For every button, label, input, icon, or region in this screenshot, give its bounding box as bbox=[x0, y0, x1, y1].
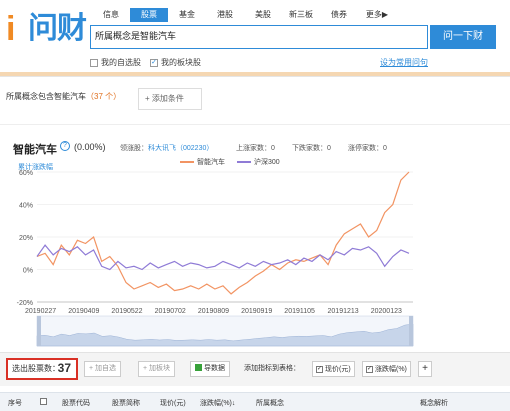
series-line[interactable] bbox=[36, 171, 410, 295]
help-icon[interactable]: ? bbox=[60, 141, 70, 151]
col-index: 序号 bbox=[8, 400, 22, 407]
y-tick-label: 20% bbox=[19, 235, 33, 242]
checkbox-icon bbox=[40, 398, 47, 405]
x-tick-label: 20200123 bbox=[371, 308, 402, 315]
col-code[interactable]: 股票代码 bbox=[62, 398, 90, 408]
download-icon bbox=[195, 364, 202, 371]
tab-bonds[interactable]: 债券 bbox=[320, 8, 358, 22]
add-condition-label: 添加条件 bbox=[151, 94, 184, 103]
add-watchlist-button[interactable]: + 加自选 bbox=[84, 361, 122, 377]
col-concept: 所属概念 bbox=[256, 400, 284, 407]
tab-stocks[interactable]: 股票 bbox=[130, 8, 168, 22]
price-checkbox-label: 现价(元) bbox=[325, 366, 351, 373]
query-tab-label: 所属概念包含智能汽车 bbox=[6, 92, 86, 101]
export-button[interactable]: 导数据 bbox=[190, 361, 230, 377]
col-price[interactable]: 现价(元) bbox=[160, 398, 186, 408]
tab-hk-stocks[interactable]: 港股 bbox=[206, 8, 244, 22]
x-tick-label: 20191105 bbox=[284, 308, 315, 315]
tab-neeq[interactable]: 新三板 bbox=[282, 8, 320, 22]
x-tick-label: 20191213 bbox=[328, 308, 359, 315]
leader-value[interactable]: 科大讯飞（002230） bbox=[148, 145, 213, 152]
checkbox-icon bbox=[90, 58, 98, 67]
leader-stat: 领涨股：科大讯飞（002230） bbox=[120, 143, 213, 153]
selected-count-box: 选出股票数： 37 bbox=[6, 358, 78, 380]
divider bbox=[0, 124, 510, 125]
x-tick-label: 20190227 bbox=[25, 308, 56, 315]
add-condition-button[interactable]: + 添加条件 bbox=[138, 88, 202, 110]
checkbox-checked-icon: ✓ bbox=[150, 58, 158, 67]
logo-mark-icon: i bbox=[6, 10, 16, 48]
up-value: 0 bbox=[271, 145, 275, 152]
y-tick-label: 0% bbox=[23, 268, 33, 275]
col-name[interactable]: 股票简称 bbox=[112, 398, 140, 408]
x-tick-label: 20190522 bbox=[111, 308, 142, 315]
change-checkbox[interactable]: ✓ 涨跌幅(%) bbox=[362, 361, 411, 377]
down-value: 0 bbox=[327, 145, 331, 152]
logo-text: 问财 bbox=[28, 12, 87, 45]
leader-label: 领涨股： bbox=[120, 145, 148, 152]
navigator-right-handle[interactable] bbox=[409, 316, 413, 346]
my-sectors-label: 我的板块股 bbox=[161, 58, 201, 67]
tab-us-stocks[interactable]: 美股 bbox=[244, 8, 282, 22]
limit-up-label: 涨停家数： bbox=[348, 145, 383, 152]
x-tick-label: 20190809 bbox=[198, 308, 229, 315]
plus-icon: + bbox=[145, 94, 152, 103]
selected-count-value: 37 bbox=[57, 361, 71, 375]
series-line[interactable] bbox=[36, 244, 410, 271]
query-tab[interactable]: 所属概念包含智能汽车（37 个） bbox=[6, 91, 121, 102]
chart-pct: (0.00%) bbox=[74, 142, 106, 152]
category-tabs: 信息 股票 基金 港股 美股 新三板 债券 更多▶ bbox=[92, 8, 396, 22]
select-all-checkbox[interactable] bbox=[40, 398, 47, 406]
price-checkbox[interactable]: ✓ 现价(元) bbox=[312, 361, 355, 377]
tab-more[interactable]: 更多▶ bbox=[358, 8, 396, 22]
y-tick-label: -20% bbox=[17, 300, 33, 307]
set-common-link[interactable]: 设为常用问句 bbox=[380, 57, 428, 68]
export-label: 导数据 bbox=[204, 365, 225, 372]
legend-swatch bbox=[180, 161, 194, 163]
tab-funds[interactable]: 基金 bbox=[168, 8, 206, 22]
legend-swatch bbox=[237, 161, 251, 163]
down-stat: 下跌家数：0 bbox=[292, 143, 331, 153]
y-tick-label: 60% bbox=[19, 170, 33, 177]
search-button[interactable]: 问一下财 bbox=[430, 25, 496, 49]
change-checkbox-label: 涨跌幅(%) bbox=[375, 366, 407, 373]
tab-info[interactable]: 信息 bbox=[92, 8, 130, 22]
checkbox-checked-icon: ✓ bbox=[316, 365, 323, 373]
up-stat: 上涨家数：0 bbox=[236, 143, 275, 153]
x-tick-label: 20190919 bbox=[241, 308, 272, 315]
navigator-left-handle[interactable] bbox=[37, 316, 41, 346]
query-tab-count: （37 个） bbox=[86, 92, 122, 101]
down-label: 下跌家数： bbox=[292, 145, 327, 152]
checkbox-checked-icon: ✓ bbox=[366, 365, 373, 373]
selected-count-label: 选出股票数： bbox=[12, 364, 60, 373]
x-tick-label: 20190409 bbox=[68, 308, 99, 315]
up-label: 上涨家数： bbox=[236, 145, 271, 152]
chart-title: 智能汽车 bbox=[13, 143, 57, 156]
y-tick-label: 40% bbox=[19, 203, 33, 210]
my-watchlist-checkbox[interactable]: 我的自选股 bbox=[90, 57, 141, 68]
brand-logo[interactable]: i 问财 bbox=[6, 6, 87, 52]
col-concept-analysis: 概念解析 bbox=[420, 400, 448, 407]
divider bbox=[0, 76, 510, 77]
add-sector-button[interactable]: + 加板块 bbox=[138, 361, 176, 377]
search-input[interactable]: 所属概念是智能汽车 bbox=[90, 25, 428, 49]
line-chart[interactable]: 60% 40% 20% 0% -20% 20190227 20190409 20190522… bbox=[0, 166, 510, 352]
add-column-button[interactable]: + bbox=[418, 361, 432, 377]
limit-up-stat: 涨停家数：0 bbox=[348, 143, 387, 153]
my-watchlist-label: 我的自选股 bbox=[101, 58, 141, 67]
limit-up-value: 0 bbox=[383, 145, 387, 152]
col-change[interactable]: 涨跌幅(%)↓ bbox=[200, 398, 235, 408]
add-indicator-label: 添加指标到表格： bbox=[244, 365, 300, 372]
x-tick-label: 20190702 bbox=[155, 308, 186, 315]
my-sectors-checkbox[interactable]: ✓ 我的板块股 bbox=[150, 57, 201, 68]
